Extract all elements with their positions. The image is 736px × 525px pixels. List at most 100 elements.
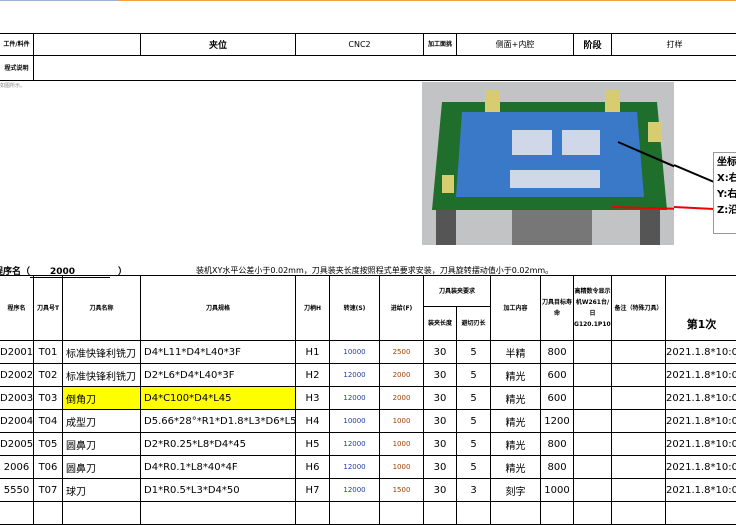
feed-rate[interactable]: 2000 bbox=[380, 364, 424, 387]
cnc-cell[interactable] bbox=[574, 456, 612, 479]
first-time[interactable]: 2021.1.8*10:00 bbox=[666, 364, 736, 387]
empty-cell[interactable] bbox=[330, 502, 380, 525]
empty-cell[interactable] bbox=[457, 502, 491, 525]
tool-name[interactable]: 标准快锋利铣刀 bbox=[63, 341, 141, 364]
clearance[interactable]: 5 bbox=[457, 456, 491, 479]
empty-cell[interactable] bbox=[612, 502, 666, 525]
machine-value[interactable]: CNC2 bbox=[296, 34, 424, 56]
clearance[interactable]: 5 bbox=[457, 341, 491, 364]
empty-cell[interactable] bbox=[491, 502, 541, 525]
spindle-speed[interactable]: 12000 bbox=[330, 364, 380, 387]
first-time[interactable]: 2021.1.8*10:00 bbox=[666, 433, 736, 456]
holder[interactable]: H4 bbox=[296, 410, 330, 433]
tool-life[interactable]: 600 bbox=[541, 364, 574, 387]
remark-cell[interactable] bbox=[612, 479, 666, 502]
first-time[interactable]: 2021.1.8*10:00 bbox=[666, 387, 736, 410]
program-desc-cell[interactable] bbox=[34, 56, 736, 81]
tool-number[interactable]: T06 bbox=[34, 456, 63, 479]
tool-number[interactable]: T04 bbox=[34, 410, 63, 433]
empty-cell[interactable] bbox=[380, 502, 424, 525]
tool-number[interactable]: T02 bbox=[34, 364, 63, 387]
program-name[interactable]: D2005 bbox=[0, 433, 34, 456]
tool-name[interactable]: 倒角刀 bbox=[63, 387, 141, 410]
tool-name[interactable]: 标准快锋利铣刀 bbox=[63, 364, 141, 387]
clearance[interactable]: 5 bbox=[457, 364, 491, 387]
feed-rate[interactable]: 1500 bbox=[380, 479, 424, 502]
cnc-cell[interactable] bbox=[574, 364, 612, 387]
clearance[interactable]: 5 bbox=[457, 410, 491, 433]
first-time[interactable]: 2021.1.8*10:00 bbox=[666, 410, 736, 433]
tool-name[interactable]: 圆鼻刀 bbox=[63, 433, 141, 456]
first-time[interactable]: 2021.1.8*10:00 bbox=[666, 341, 736, 364]
machining-content[interactable]: 精光 bbox=[491, 364, 541, 387]
stage-value[interactable]: 打样 bbox=[612, 34, 736, 56]
clamp-length[interactable]: 30 bbox=[424, 410, 457, 433]
tool-life[interactable]: 800 bbox=[541, 433, 574, 456]
tool-number[interactable]: T03 bbox=[34, 387, 63, 410]
cnc-cell[interactable] bbox=[574, 410, 612, 433]
empty-cell[interactable] bbox=[0, 502, 34, 525]
machining-content[interactable]: 精光 bbox=[491, 433, 541, 456]
holder[interactable]: H3 bbox=[296, 387, 330, 410]
program-name[interactable]: 5550 bbox=[0, 479, 34, 502]
spindle-speed[interactable]: 12000 bbox=[330, 433, 380, 456]
spindle-speed[interactable]: 12000 bbox=[330, 387, 380, 410]
tool-number[interactable]: T07 bbox=[34, 479, 63, 502]
empty-cell[interactable] bbox=[296, 502, 330, 525]
feed-rate[interactable]: 1000 bbox=[380, 433, 424, 456]
empty-cell[interactable] bbox=[424, 502, 457, 525]
clamp-length[interactable]: 30 bbox=[424, 387, 457, 410]
tool-name[interactable]: 圆鼻刀 bbox=[63, 456, 141, 479]
holder[interactable]: H7 bbox=[296, 479, 330, 502]
remark-cell[interactable] bbox=[612, 456, 666, 479]
first-time[interactable]: 2021.1.8*10:00 bbox=[666, 479, 736, 502]
feed-rate[interactable]: 2000 bbox=[380, 387, 424, 410]
tool-life[interactable]: 1000 bbox=[541, 479, 574, 502]
holder[interactable]: H1 bbox=[296, 341, 330, 364]
machining-content[interactable]: 精光 bbox=[491, 387, 541, 410]
machining-content[interactable]: 精光 bbox=[491, 410, 541, 433]
tool-spec[interactable]: D4*L11*D4*L40*3F bbox=[141, 341, 296, 364]
cnc-cell[interactable] bbox=[574, 387, 612, 410]
process-value[interactable]: 侧面+内腔 bbox=[457, 34, 574, 56]
empty-cell[interactable] bbox=[541, 502, 574, 525]
tool-spec[interactable]: D2*R0.25*L8*D4*45 bbox=[141, 433, 296, 456]
empty-cell[interactable] bbox=[666, 502, 736, 525]
spindle-speed[interactable]: 12000 bbox=[330, 456, 380, 479]
empty-cell[interactable] bbox=[141, 502, 296, 525]
holder[interactable]: H6 bbox=[296, 456, 330, 479]
spindle-speed[interactable]: 10000 bbox=[330, 410, 380, 433]
tool-name[interactable]: 球刀 bbox=[63, 479, 141, 502]
clamp-length[interactable]: 30 bbox=[424, 456, 457, 479]
holder[interactable]: H2 bbox=[296, 364, 330, 387]
tool-number[interactable]: T01 bbox=[34, 341, 63, 364]
feed-rate[interactable]: 2500 bbox=[380, 341, 424, 364]
machining-content[interactable]: 刻字 bbox=[491, 479, 541, 502]
clamp-length[interactable]: 30 bbox=[424, 364, 457, 387]
empty-cell[interactable] bbox=[63, 502, 141, 525]
remark-cell[interactable] bbox=[612, 387, 666, 410]
holder[interactable]: H5 bbox=[296, 433, 330, 456]
tool-spec[interactable]: D2*L6*D4*L40*3F bbox=[141, 364, 296, 387]
program-name[interactable]: 2006 bbox=[0, 456, 34, 479]
clearance[interactable]: 5 bbox=[457, 433, 491, 456]
tool-life[interactable]: 600 bbox=[541, 387, 574, 410]
tool-spec[interactable]: D5.66*28°*R1*D1.8*L3*D6*L50 bbox=[141, 410, 296, 433]
cnc-cell[interactable] bbox=[574, 433, 612, 456]
program-name[interactable]: D2004 bbox=[0, 410, 34, 433]
feed-rate[interactable]: 1000 bbox=[380, 410, 424, 433]
machining-content[interactable]: 半精 bbox=[491, 341, 541, 364]
spindle-speed[interactable]: 10000 bbox=[330, 341, 380, 364]
empty-cell[interactable] bbox=[34, 502, 63, 525]
clamp-length[interactable]: 30 bbox=[424, 341, 457, 364]
tool-spec[interactable]: D1*R0.5*L3*D4*50 bbox=[141, 479, 296, 502]
clamp-length[interactable]: 30 bbox=[424, 479, 457, 502]
program-name[interactable]: D2001 bbox=[0, 341, 34, 364]
remark-cell[interactable] bbox=[612, 410, 666, 433]
spindle-speed[interactable]: 12000 bbox=[330, 479, 380, 502]
remark-cell[interactable] bbox=[612, 364, 666, 387]
clearance[interactable]: 3 bbox=[457, 479, 491, 502]
cnc-cell[interactable] bbox=[574, 479, 612, 502]
tool-spec[interactable]: D4*C100*D4*L45 bbox=[141, 387, 296, 410]
cnc-cell[interactable] bbox=[574, 341, 612, 364]
